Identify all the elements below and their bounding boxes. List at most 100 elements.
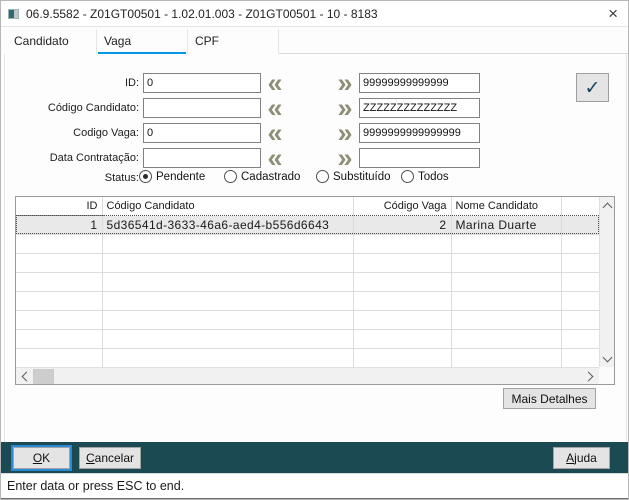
range-to-icon: » xyxy=(337,93,353,123)
table-cell-empty xyxy=(561,310,599,330)
table-cell-empty xyxy=(16,348,103,368)
cell-extra xyxy=(561,215,599,235)
table-cell-empty xyxy=(16,291,103,311)
codigo-candidato-to-input[interactable] xyxy=(359,98,480,118)
status-message: Enter data or press ESC to end. xyxy=(7,479,185,493)
ajuda-button[interactable]: Ajuda xyxy=(553,447,610,469)
table-cell-empty xyxy=(353,253,452,273)
table-cell-empty xyxy=(353,348,452,368)
table-cell-empty xyxy=(102,272,354,292)
title-bar: 06.9.5582 - Z01GT00501 - 1.02.01.003 - Z… xyxy=(1,1,628,27)
column-header-extra xyxy=(561,197,599,216)
column-header-codigo-vaga[interactable]: Código Vaga xyxy=(353,197,452,216)
codigo-vaga-to-input[interactable] xyxy=(359,123,480,143)
scroll-down-icon[interactable] xyxy=(603,355,611,363)
table-header-row: ID Código Candidato Código Vaga Nome Can… xyxy=(16,197,599,216)
table-cell-empty xyxy=(561,291,599,311)
table-cell-empty xyxy=(16,272,103,292)
id-from-input[interactable] xyxy=(143,73,261,93)
table-cell-empty xyxy=(561,348,599,368)
table-cell-empty xyxy=(16,253,103,273)
table-cell-empty xyxy=(353,310,452,330)
table-cell-empty xyxy=(102,329,354,349)
cancelar-button[interactable]: Cancelar xyxy=(79,447,141,469)
codigo-vaga-label: Codigo Vaga: xyxy=(73,127,139,139)
table-cell-empty xyxy=(102,234,354,254)
table-row-empty[interactable] xyxy=(16,310,599,330)
table-cell-empty xyxy=(16,329,103,349)
codigo-candidato-label: Código Candidato: xyxy=(47,102,139,114)
table-cell-empty xyxy=(561,272,599,292)
table-row-empty[interactable] xyxy=(16,234,599,254)
table-cell-empty xyxy=(353,291,452,311)
table-row-empty[interactable] xyxy=(16,329,599,349)
horizontal-scrollbar[interactable] xyxy=(16,367,599,384)
horizontal-scroll-thumb[interactable] xyxy=(33,369,54,384)
column-header-codigo-candidato[interactable]: Código Candidato xyxy=(102,197,354,216)
range-from-icon: « xyxy=(267,143,283,173)
radio-dot xyxy=(316,170,329,183)
tab-cpf[interactable]: CPF xyxy=(188,29,279,54)
cell-codigo-vaga: 2 xyxy=(353,215,452,235)
table-cell-empty xyxy=(353,234,452,254)
table-cell-empty xyxy=(353,329,452,349)
radio-label: Todos xyxy=(418,170,449,183)
range-to-icon: » xyxy=(337,143,353,173)
range-to-icon: » xyxy=(337,68,353,98)
radio-label: Cadastrado xyxy=(241,170,301,183)
tab-candidato[interactable]: Candidato xyxy=(7,29,97,54)
column-header-nome-candidato[interactable]: Nome Candidato xyxy=(451,197,562,216)
data-contratacao-to-input[interactable] xyxy=(359,148,480,168)
app-icon xyxy=(8,9,19,19)
id-to-input[interactable] xyxy=(359,73,480,93)
range-from-icon: « xyxy=(267,118,283,148)
table-cell-empty xyxy=(451,272,562,292)
table-cell-empty xyxy=(102,291,354,311)
radio-substituido[interactable]: Substituído xyxy=(316,170,391,183)
table-cell-empty xyxy=(102,310,354,330)
radio-label: Substituído xyxy=(333,170,391,183)
tab-strip: Candidato Vaga CPF xyxy=(1,29,628,56)
window-title: 06.9.5582 - Z01GT00501 - 1.02.01.003 - Z… xyxy=(26,7,378,21)
scroll-right-icon[interactable] xyxy=(586,372,594,380)
radio-dot xyxy=(401,170,414,183)
tab-vaga[interactable]: Vaga xyxy=(97,29,188,56)
column-header-id[interactable]: ID xyxy=(16,197,103,216)
data-contratacao-from-input[interactable] xyxy=(143,148,261,168)
table-row-empty[interactable] xyxy=(16,291,599,311)
vertical-scrollbar[interactable] xyxy=(599,197,614,368)
radio-pendente[interactable]: Pendente xyxy=(139,170,205,183)
dialog-window: 06.9.5582 - Z01GT00501 - 1.02.01.003 - Z… xyxy=(0,0,629,500)
confirm-filter-button[interactable]: ✓ xyxy=(576,73,609,102)
range-from-icon: « xyxy=(267,93,283,123)
status-label: Status: xyxy=(104,172,139,184)
table-cell-empty xyxy=(451,253,562,273)
radio-todos[interactable]: Todos xyxy=(401,170,449,183)
results-grid: ID Código Candidato Código Vaga Nome Can… xyxy=(15,196,615,385)
table-cell-empty xyxy=(16,310,103,330)
table-cell-empty xyxy=(16,234,103,254)
scroll-left-icon[interactable] xyxy=(21,372,29,380)
cell-nome-candidato: Marina Duarte xyxy=(451,215,562,235)
scrollbar-corner xyxy=(599,367,614,384)
ok-button[interactable]: OK xyxy=(13,447,70,469)
grid-table: ID Código Candidato Código Vaga Nome Can… xyxy=(16,197,599,368)
mais-detalhes-button[interactable]: Mais Detalhes xyxy=(503,388,596,409)
scroll-up-icon[interactable] xyxy=(603,202,611,210)
table-row-empty[interactable] xyxy=(16,272,599,292)
range-from-icon: « xyxy=(267,68,283,98)
codigo-candidato-from-input[interactable] xyxy=(143,98,261,118)
close-icon[interactable]: × xyxy=(608,4,618,24)
radio-cadastrado[interactable]: Cadastrado xyxy=(224,170,300,183)
table-cell-empty xyxy=(102,348,354,368)
data-contratacao-label: Data Contratação: xyxy=(49,152,139,164)
table-cell-empty xyxy=(451,291,562,311)
codigo-vaga-from-input[interactable] xyxy=(143,123,261,143)
id-label: ID: xyxy=(124,77,139,89)
table-row-selected[interactable]: 1 5d36541d-3633-46a6-aed4-b556d6643 2 Ma… xyxy=(16,215,599,235)
status-bar: Enter data or press ESC to end. xyxy=(1,473,628,498)
table-cell-empty xyxy=(451,329,562,349)
cell-codigo-candidato: 5d36541d-3633-46a6-aed4-b556d6643 xyxy=(102,215,354,235)
table-row-empty[interactable] xyxy=(16,253,599,273)
table-row-empty[interactable] xyxy=(16,348,599,368)
